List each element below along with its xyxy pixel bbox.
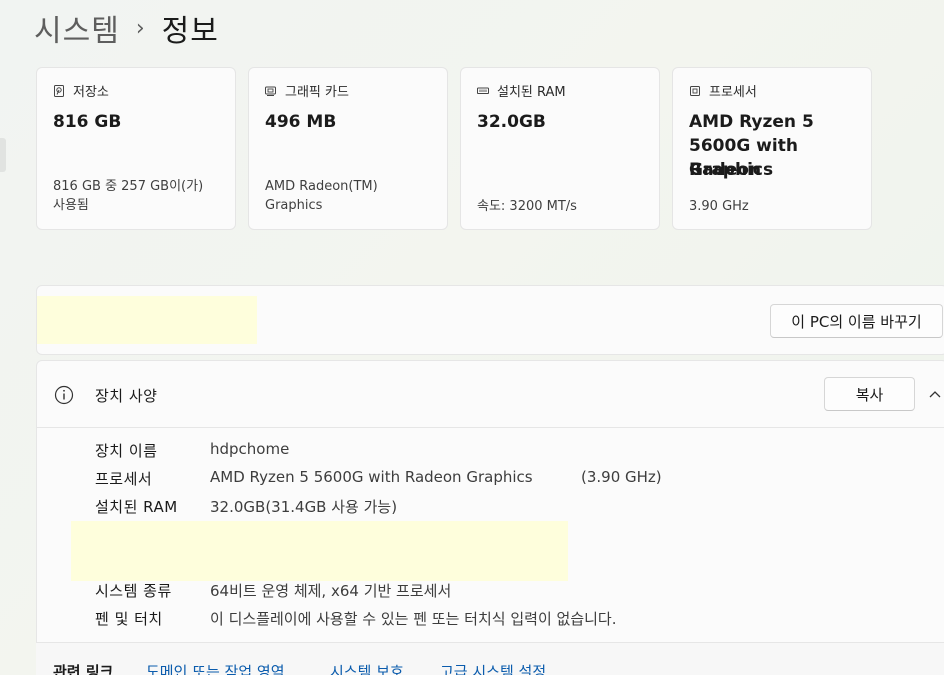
processor-card-title: 프로세서 <box>709 85 757 100</box>
spec-value-system-type: 64비트 운영 체제, x64 기반 프로세서 <box>210 582 452 600</box>
breadcrumb-parent[interactable]: 시스템 <box>34 6 120 50</box>
spec-value-ram: 32.0GB(31.4GB 사용 가능) <box>210 498 398 516</box>
graphics-name-line1: AMD Radeon(TM) <box>265 179 378 194</box>
page-title: 정보 <box>161 14 219 49</box>
related-links-bar: 관련 링크 도메인 또는 작업 영역 시스템 보호 고급 시스템 설정 <box>36 642 944 675</box>
ram-card-title: 설치된 RAM <box>497 85 566 100</box>
storage-usage-line2: 사용됨 <box>53 198 89 213</box>
redacted-spec-rows <box>71 521 568 581</box>
rename-pc-button[interactable]: 이 PC의 이름 바꾸기 <box>770 304 943 338</box>
spec-value-device-name: hdpchome <box>210 440 290 458</box>
spec-label-system-type: 시스템 종류 <box>95 582 172 600</box>
processor-card-header: 프로세서 <box>689 81 757 100</box>
info-icon <box>54 385 74 405</box>
ram-card-header: 설치된 RAM <box>477 81 566 100</box>
redacted-device-name <box>37 296 257 344</box>
graphics-card[interactable]: 그래픽 카드 496 MB AMD Radeon(TM) Graphics <box>248 67 448 230</box>
display-adapter-icon <box>265 86 276 96</box>
device-specs-header[interactable]: 장치 사양 복사 <box>37 361 944 428</box>
storage-value: 816 GB <box>53 112 122 132</box>
spec-label-ram: 설치된 RAM <box>95 498 178 516</box>
link-system-protection[interactable]: 시스템 보호 <box>330 661 404 675</box>
memory-icon <box>477 87 489 94</box>
ram-value: 32.0GB <box>477 112 546 132</box>
related-links-title: 관련 링크 <box>53 663 114 675</box>
storage-card-header: 저장소 <box>53 81 109 100</box>
processor-value-line1: AMD Ryzen 5 <box>689 112 814 132</box>
spec-label-pen-touch: 펜 및 터치 <box>95 610 163 628</box>
link-advanced-system-settings[interactable]: 고급 시스템 설정 <box>440 661 546 675</box>
spec-value-pen-touch: 이 디스플레이에 사용할 수 있는 펜 또는 터치식 입력이 없습니다. <box>210 610 617 628</box>
breadcrumb-separator: › <box>135 15 146 41</box>
chevron-up-icon[interactable] <box>929 390 941 398</box>
spec-label-device-name: 장치 이름 <box>95 442 158 460</box>
nav-pane-handle[interactable] <box>0 138 6 172</box>
spec-value-processor: AMD Ryzen 5 5600G with Radeon Graphics <box>210 468 533 486</box>
processor-value-line3: Graphics <box>689 160 774 180</box>
cpu-icon <box>690 85 700 96</box>
copy-button[interactable]: 복사 <box>824 377 915 411</box>
spec-label-processor: 프로세서 <box>95 470 153 488</box>
hard-drive-icon <box>54 84 64 97</box>
processor-card[interactable]: 프로세서 AMD Ryzen 5 5600G with Radeon Graph… <box>672 67 872 230</box>
graphics-name-line2: Graphics <box>265 198 323 213</box>
ram-card[interactable]: 설치된 RAM 32.0GB 속도: 3200 MT/s <box>460 67 660 230</box>
ram-speed: 속도: 3200 MT/s <box>477 199 577 214</box>
device-name-panel: 이 PC의 이름 바꾸기 <box>36 285 944 355</box>
spec-value-processor-speed: (3.90 GHz) <box>581 468 662 486</box>
graphics-card-header: 그래픽 카드 <box>265 81 349 100</box>
device-specs-title: 장치 사양 <box>95 387 158 405</box>
storage-usage-line1: 816 GB 중 257 GB이(가) <box>53 179 204 194</box>
storage-card[interactable]: 저장소 816 GB 816 GB 중 257 GB이(가) 사용됨 <box>36 67 236 230</box>
processor-speed: 3.90 GHz <box>689 199 749 214</box>
link-domain-workgroup[interactable]: 도메인 또는 작업 영역 <box>146 661 285 675</box>
breadcrumb: 시스템 › 정보 <box>34 6 219 50</box>
storage-card-title: 저장소 <box>73 85 109 100</box>
graphics-card-title: 그래픽 카드 <box>285 85 349 100</box>
graphics-value: 496 MB <box>265 112 337 132</box>
